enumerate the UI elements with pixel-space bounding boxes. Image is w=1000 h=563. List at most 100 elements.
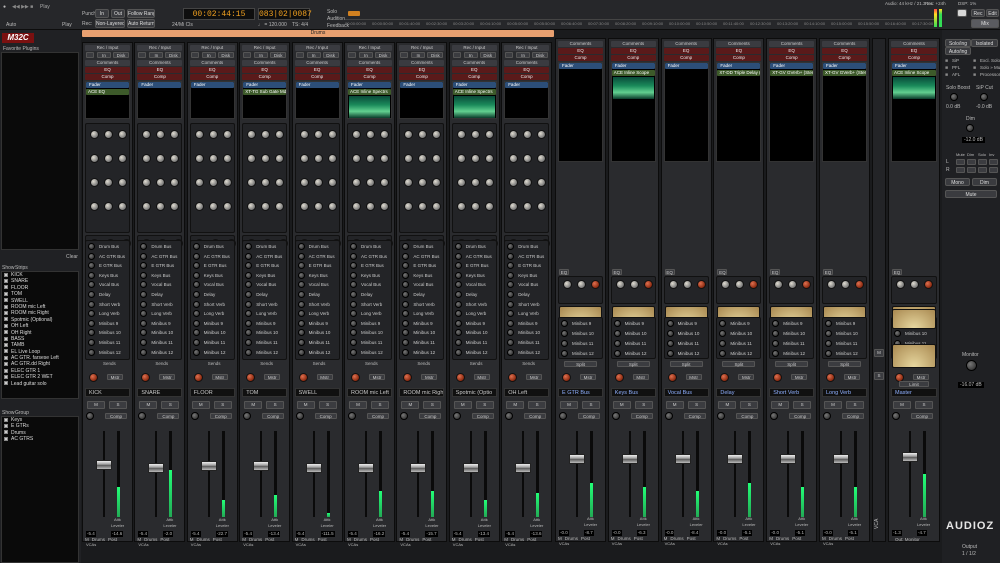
- strip-name[interactable]: SWELL: [294, 388, 340, 397]
- eq-knob[interactable]: [484, 178, 494, 187]
- send-knob[interactable]: [402, 348, 410, 356]
- eq-knob[interactable]: [509, 154, 519, 163]
- meter-readout[interactable]: TS: 4/4: [292, 22, 308, 28]
- master-assign-button[interactable]: Mstr: [913, 374, 929, 380]
- eq-knob[interactable]: [118, 154, 127, 163]
- master-assign-button[interactable]: Mstr: [107, 374, 123, 380]
- master-assign-button[interactable]: Mstr: [369, 374, 385, 380]
- processor-box[interactable]: Fader ACE Inline Scope: [610, 62, 656, 162]
- eq-knob[interactable]: [208, 178, 218, 187]
- send-knob[interactable]: [507, 243, 515, 250]
- strip-name[interactable]: ROOM mic Left: [347, 388, 392, 397]
- eq-knob[interactable]: [591, 280, 600, 289]
- mute-button[interactable]: M: [401, 401, 420, 409]
- send-row[interactable]: Delay: [297, 291, 338, 299]
- trim-knob[interactable]: [455, 373, 465, 382]
- send-row[interactable]: Minibus 11: [771, 340, 812, 348]
- send-row[interactable]: Minibus 12: [349, 348, 390, 357]
- vca-assign[interactable]: VCAs: [612, 541, 622, 547]
- fader-processor[interactable]: Fader: [717, 63, 761, 69]
- comp-toggle[interactable]: Comp: [504, 74, 550, 80]
- eq-knob[interactable]: [456, 154, 466, 163]
- send-knob[interactable]: [350, 271, 357, 279]
- strip-name[interactable]: FLOOR: [189, 388, 235, 397]
- eq-knob[interactable]: [380, 202, 389, 211]
- send-knob[interactable]: [245, 262, 253, 270]
- comments-button[interactable]: Comments: [347, 60, 392, 66]
- eq-knob[interactable]: [261, 178, 271, 187]
- eq-knob[interactable]: [156, 130, 166, 139]
- solo-button[interactable]: S: [266, 401, 285, 409]
- meter-point-button[interactable]: Post: [422, 537, 431, 542]
- master-assign-button[interactable]: Mstr: [526, 374, 543, 380]
- send-row[interactable]: Delay: [349, 291, 390, 299]
- send-knob[interactable]: [507, 329, 515, 337]
- eq-knob[interactable]: [774, 280, 784, 289]
- send-row[interactable]: Minibus 10: [87, 329, 128, 337]
- comments-button[interactable]: Comments: [610, 41, 656, 47]
- monitor-grid-button[interactable]: [956, 159, 965, 165]
- send-knob[interactable]: [245, 243, 253, 250]
- eq-knob[interactable]: [470, 178, 480, 187]
- eq-knob[interactable]: [802, 280, 812, 289]
- vca-mute[interactable]: M: [874, 349, 884, 357]
- eq-knob[interactable]: [104, 130, 113, 139]
- trim-knob[interactable]: [614, 373, 624, 382]
- fader-cap[interactable]: [780, 454, 797, 464]
- strip-name[interactable]: Keys Bus: [610, 388, 656, 397]
- send-knob[interactable]: [894, 330, 901, 337]
- mute-button[interactable]: M: [665, 401, 684, 409]
- eq-knob[interactable]: [484, 130, 494, 139]
- send-knob[interactable]: [402, 271, 410, 279]
- send-knob[interactable]: [192, 281, 200, 289]
- processor-box[interactable]: Fader: [294, 81, 340, 119]
- meter-point-button[interactable]: Post: [687, 536, 696, 541]
- eq-knob[interactable]: [90, 154, 99, 163]
- send-row[interactable]: Minibus 9: [401, 319, 442, 328]
- send-row[interactable]: Minibus 9: [506, 319, 547, 328]
- send-row[interactable]: Minibus 12: [401, 348, 442, 357]
- tempo-readout[interactable]: ♩ = 120.000: [258, 22, 287, 28]
- send-knob[interactable]: [192, 300, 200, 308]
- tab-isolated[interactable]: Isolated: [971, 39, 998, 47]
- hpf-knob[interactable]: [142, 130, 152, 139]
- send-row[interactable]: E GTR Bus: [87, 262, 128, 270]
- split-button[interactable]: Split: [775, 361, 809, 367]
- send-row[interactable]: Minibus 9: [139, 319, 180, 328]
- eq-knob[interactable]: [194, 178, 204, 187]
- plugin-slot[interactable]: XT-DD Triple Delay (St): [717, 70, 761, 76]
- send-knob[interactable]: [192, 339, 200, 346]
- comp-toggle[interactable]: Comp: [85, 74, 130, 80]
- eq-knob[interactable]: [643, 280, 653, 289]
- send-row[interactable]: E GTR Bus: [139, 262, 180, 270]
- send-row[interactable]: AC GTR Bus: [139, 252, 180, 261]
- send-knob[interactable]: [297, 310, 305, 318]
- send-knob[interactable]: [454, 348, 462, 356]
- disk-button[interactable]: Disk: [113, 52, 129, 58]
- strip-name[interactable]: Master: [891, 388, 937, 397]
- eq-knob[interactable]: [841, 280, 850, 289]
- send-row[interactable]: E GTR Bus: [454, 262, 495, 270]
- plugin-slot[interactable]: ACE Inline Scope: [611, 70, 655, 76]
- send-knob[interactable]: [297, 252, 305, 260]
- comp-button[interactable]: Comp: [471, 413, 494, 419]
- send-row[interactable]: Minibus 10: [192, 329, 233, 337]
- send-knob[interactable]: [192, 319, 200, 327]
- comp-button[interactable]: Comp: [789, 413, 812, 419]
- eq-knob[interactable]: [327, 130, 337, 139]
- send-knob[interactable]: [454, 243, 462, 250]
- meter-point-button[interactable]: Post: [634, 536, 643, 541]
- send-row[interactable]: Minibus 12: [87, 348, 128, 357]
- eq-knob[interactable]: [194, 202, 204, 211]
- send-knob[interactable]: [245, 300, 253, 308]
- mute-button[interactable]: M: [771, 401, 790, 409]
- send-knob[interactable]: [88, 348, 95, 356]
- send-knob[interactable]: [772, 350, 780, 357]
- eq-knob[interactable]: [682, 280, 692, 289]
- fader-processor[interactable]: Fader: [892, 63, 936, 69]
- monitor-grid-button[interactable]: [956, 167, 965, 173]
- pan-knob[interactable]: [611, 412, 620, 420]
- send-knob[interactable]: [350, 252, 357, 260]
- eq-toggle[interactable]: EQ: [716, 48, 762, 54]
- send-knob[interactable]: [245, 310, 253, 318]
